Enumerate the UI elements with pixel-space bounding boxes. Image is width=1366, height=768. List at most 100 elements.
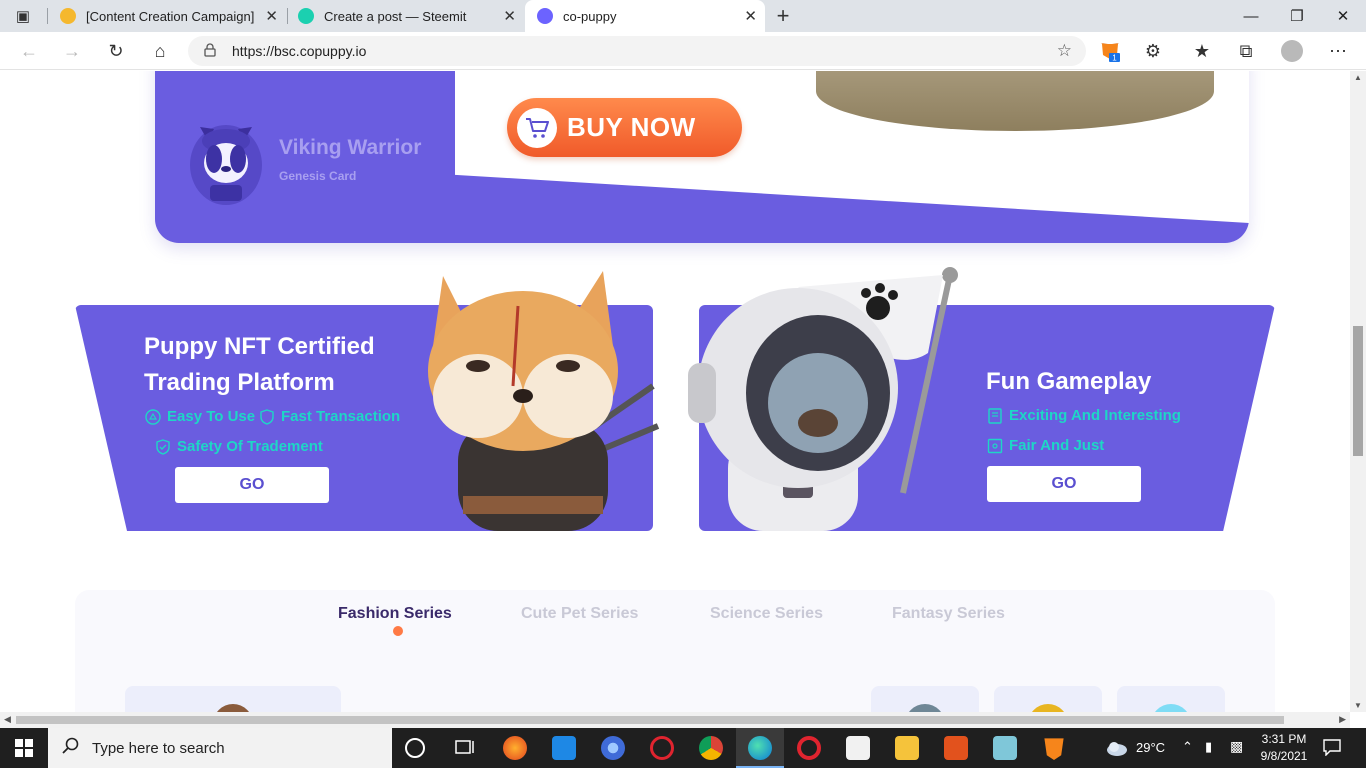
tab-cute-pet-series[interactable]: Cute Pet Series	[521, 605, 638, 623]
card-name: Viking Warrior	[279, 136, 422, 159]
search-icon	[62, 737, 80, 760]
profile-avatar-icon[interactable]	[1277, 36, 1307, 66]
taskbar-search-box[interactable]: Type here to search	[48, 728, 392, 768]
feature-easy-to-use: Easy To Use	[145, 408, 255, 425]
tab-title: Create a post — Steemit	[324, 8, 467, 24]
cart-icon	[517, 107, 557, 148]
copuppy-favicon-icon	[537, 8, 553, 24]
url-text: https://bsc.copuppy.io	[232, 43, 367, 59]
feature-label: Fast Transaction	[281, 408, 401, 425]
extensions-puzzle-icon[interactable]: ⚙	[1138, 36, 1168, 66]
taskbar-clock[interactable]: 3:31 PM 9/8/2021	[1254, 731, 1314, 765]
scroll-left-icon[interactable]: ◀	[4, 714, 11, 725]
shield-check-icon	[156, 438, 170, 455]
buy-now-label: BUY NOW	[567, 112, 696, 142]
tab-content-creation[interactable]: [Content Creation Campaign] Co ✕	[48, 0, 286, 32]
tab-fantasy-series[interactable]: Fantasy Series	[892, 605, 1005, 623]
feature-label: Easy To Use	[167, 408, 256, 425]
tab-actions-icon[interactable]: ▣	[8, 1, 38, 31]
office-icon[interactable]	[944, 736, 968, 760]
back-icon[interactable]: ←	[14, 36, 44, 66]
notifications-icon[interactable]	[1322, 738, 1342, 757]
refresh-icon[interactable]: ↻	[101, 36, 131, 66]
store-icon[interactable]	[846, 736, 870, 760]
scroll-right-icon[interactable]: ▶	[1339, 714, 1346, 725]
tab-title: co-puppy	[563, 8, 617, 24]
scroll-down-icon[interactable]: ▼	[1354, 701, 1362, 710]
horizontal-scrollbar[interactable]: ◀ ▶	[0, 712, 1350, 728]
easy-icon	[145, 408, 161, 425]
tab-title: [Content Creation Campaign] Co	[86, 8, 256, 24]
favorites-icon[interactable]: ★	[1187, 36, 1217, 66]
active-tab-indicator	[393, 626, 403, 636]
metamask-extension-icon[interactable]: 1	[1095, 36, 1125, 66]
feature-fast-transaction: Fast Transaction	[259, 408, 400, 425]
close-tab-icon[interactable]: ✕	[503, 7, 516, 25]
collections-icon[interactable]: ⧉	[1231, 36, 1261, 66]
card-title-line1: Puppy NFT Certified	[144, 333, 375, 360]
chrome-icon[interactable]	[699, 736, 723, 760]
windows-taskbar: Type here to search 29°C ⌃ ▮ ▩ 3:31 PM 9…	[0, 728, 1366, 768]
tab-fashion-series[interactable]: Fashion Series	[338, 605, 452, 623]
show-hidden-icons-icon[interactable]: ⌃	[1182, 739, 1193, 755]
go-button-gameplay[interactable]: GO	[987, 466, 1141, 502]
shield-icon	[260, 408, 274, 425]
minimize-icon[interactable]: —	[1228, 0, 1274, 32]
tab-science-series[interactable]: Science Series	[710, 605, 823, 623]
card-title-line2: Trading Platform	[144, 369, 335, 396]
close-window-icon[interactable]: ✕	[1320, 0, 1366, 32]
go-button-trading[interactable]: GO	[175, 467, 329, 503]
buy-now-button[interactable]: BUY NOW	[507, 98, 742, 157]
network-icon[interactable]: ▩	[1230, 738, 1243, 755]
weather-cloud-icon[interactable]	[1105, 738, 1129, 758]
astronaut-puppy-mascot	[688, 263, 958, 531]
weather-temperature[interactable]: 29°C	[1136, 740, 1165, 755]
opera-gx-icon[interactable]	[650, 736, 674, 760]
scroll-thumb[interactable]	[1353, 326, 1363, 456]
feature-safety: Safety Of Tradement	[155, 438, 323, 455]
feature-fair: Fair And Just	[987, 437, 1104, 454]
clock-time: 3:31 PM	[1261, 732, 1307, 746]
browser-tab-bar: ▣ [Content Creation Campaign] Co ✕ Creat…	[0, 0, 1366, 32]
feature-exciting: Exciting And Interesting	[987, 407, 1181, 424]
metamask-icon[interactable]	[1044, 738, 1064, 760]
file-explorer-icon[interactable]	[895, 736, 919, 760]
task-view-icon[interactable]	[453, 736, 477, 760]
close-tab-icon[interactable]: ✕	[265, 7, 278, 25]
balance-icon	[987, 438, 1003, 453]
cortana-icon[interactable]	[405, 738, 425, 758]
address-bar[interactable]: https://bsc.copuppy.io ☆	[188, 36, 1086, 66]
home-icon[interactable]: ⌂	[145, 36, 175, 66]
feature-label: Fair And Just	[1009, 437, 1105, 454]
tab-steemit[interactable]: Create a post — Steemit ✕	[286, 0, 524, 32]
bitcoin-favicon-icon	[60, 8, 76, 24]
shiba-warrior-mascot	[418, 266, 668, 531]
firefox-icon[interactable]	[503, 736, 527, 760]
opera-icon[interactable]	[797, 736, 821, 760]
new-tab-icon[interactable]: +	[768, 1, 798, 31]
extension-badge-count: 1	[1112, 54, 1117, 63]
more-menu-icon[interactable]: ⋯	[1323, 36, 1353, 66]
maximize-icon[interactable]: ❐	[1274, 0, 1320, 32]
close-tab-icon[interactable]: ✕	[744, 7, 757, 25]
card-title: Fun Gameplay	[986, 368, 1152, 395]
mail-icon[interactable]	[552, 736, 576, 760]
chromium-icon[interactable]	[601, 736, 625, 760]
tab-co-puppy[interactable]: co-puppy ✕	[525, 0, 765, 32]
feature-label: Safety Of Tradement	[177, 438, 323, 455]
steemit-favicon-icon	[298, 8, 314, 24]
viking-warrior-avatar[interactable]	[186, 107, 266, 207]
page-viewport: Viking Warrior Genesis Card BUY NOW Pupp…	[0, 71, 1350, 712]
scroll-thumb[interactable]	[16, 716, 1284, 724]
add-favorite-icon[interactable]: ☆	[1057, 41, 1072, 61]
notepad-icon[interactable]	[993, 736, 1017, 760]
scroll-up-icon[interactable]: ▲	[1354, 73, 1362, 82]
lock-icon	[204, 42, 218, 60]
feature-label: Exciting And Interesting	[1009, 407, 1181, 424]
battery-icon[interactable]: ▮	[1205, 739, 1212, 755]
edge-icon[interactable]	[748, 736, 772, 760]
forward-icon[interactable]: →	[57, 36, 87, 66]
windows-start-icon[interactable]	[0, 728, 48, 768]
vertical-scrollbar[interactable]: ▲ ▼	[1350, 71, 1366, 712]
clock-date: 9/8/2021	[1260, 749, 1308, 763]
